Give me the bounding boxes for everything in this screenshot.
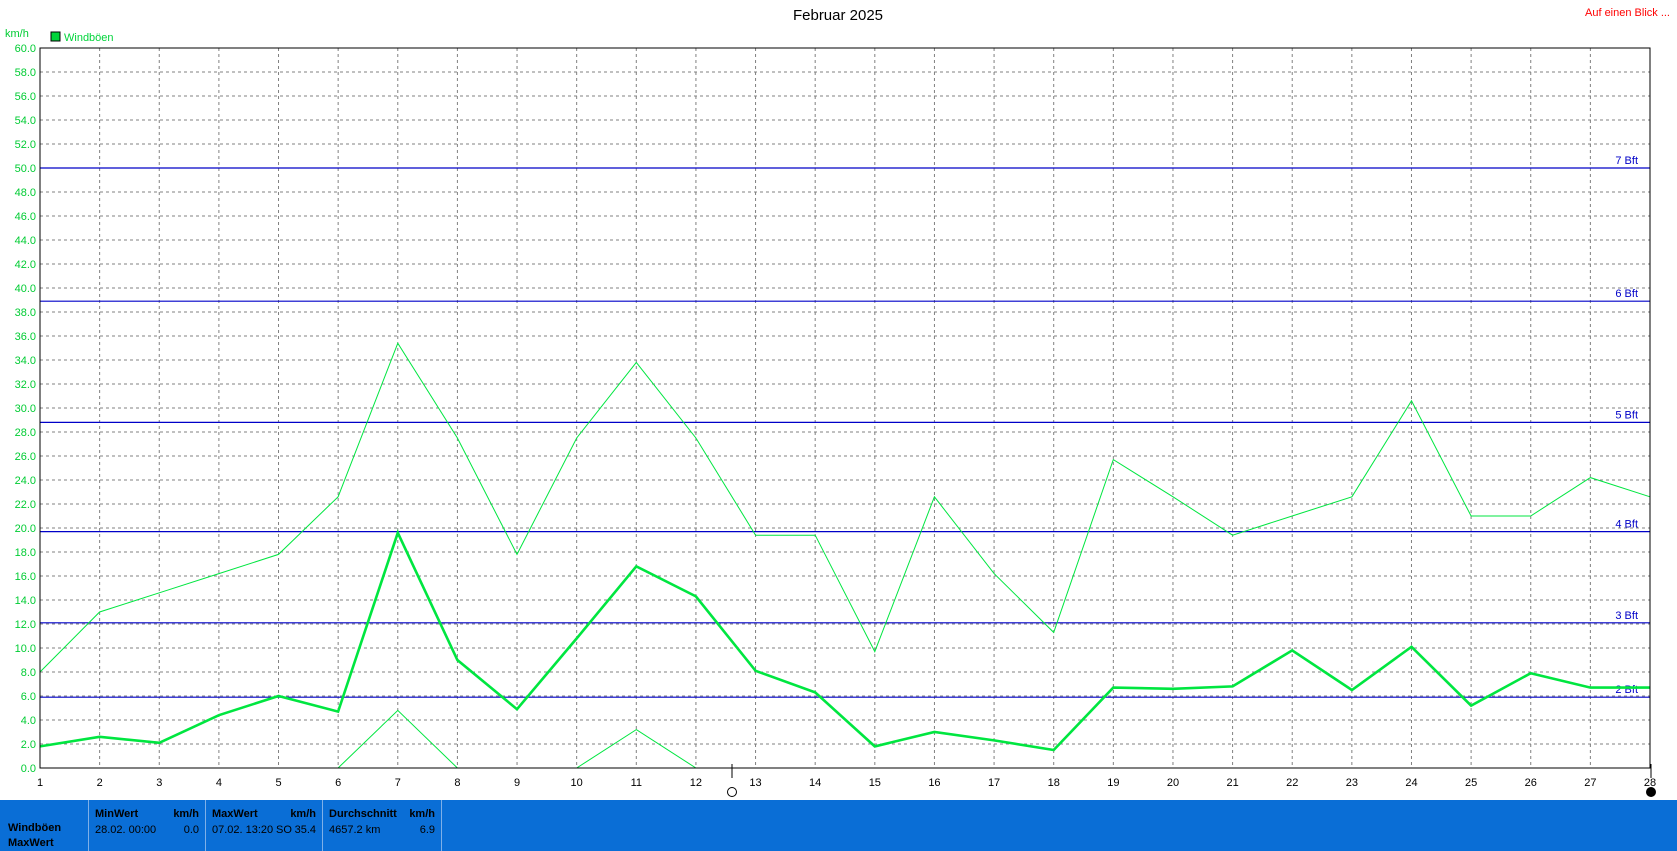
y-tick-label: 36.0 (15, 331, 36, 343)
stats-footer: Windböen MaxWert MinWert km/h 28.02. 00:… (0, 800, 1677, 851)
beaufort-label: 5 Bft (1615, 409, 1638, 421)
scroll-markers (727, 764, 1656, 797)
x-tick-label: 5 (275, 777, 281, 789)
average-value: 6.9 (419, 824, 435, 836)
y-tick-label: 38.0 (15, 307, 36, 319)
x-tick-label: 7 (395, 777, 401, 789)
x-tick-label: 14 (809, 777, 821, 789)
x-tick-label: 4 (216, 777, 222, 789)
legend-swatch (50, 31, 61, 42)
max-date: 07.02. 13:20 (212, 824, 274, 836)
y-tick-label: 60.0 (15, 43, 36, 55)
y-tick-label: 10.0 (15, 643, 36, 655)
x-tick-label: 10 (571, 777, 583, 789)
legend-label: Windböen (64, 32, 114, 44)
y-axis-ticks: 0.0 2.0 4.0 6.0 8.0 10.0 12.0 14.0 16.0 18.0 20.0 2… (15, 43, 36, 775)
x-tick-label: 27 (1584, 777, 1596, 789)
y-tick-label: 8.0 (21, 667, 36, 679)
min-value: 0.0 (183, 824, 199, 836)
y-tick-label: 42.0 (15, 259, 36, 271)
min-header: MinWert (95, 808, 139, 820)
y-tick-label: 6.0 (21, 691, 36, 703)
chart-title: Februar 2025 (793, 7, 883, 24)
beaufort-lines: 2 Bft 3 Bft 4 Bft 5 Bft 6 Bft 7 Bft (40, 155, 1650, 698)
max-header: MaxWert (212, 808, 258, 820)
average-panel: Durchschnitt km/h 4657.2 km 6.9 (322, 800, 442, 851)
x-tick-label: 13 (749, 777, 761, 789)
y-tick-label: 50.0 (15, 163, 36, 175)
y-unit-label: km/h (5, 28, 29, 40)
average-distance: 4657.2 km (329, 824, 381, 836)
beaufort-label: 7 Bft (1615, 155, 1638, 167)
y-tick-label: 46.0 (15, 211, 36, 223)
y-tick-label: 28.0 (15, 427, 36, 439)
x-tick-label: 9 (514, 777, 520, 789)
beaufort-label: 4 Bft (1615, 519, 1638, 531)
y-tick-label: 52.0 (15, 139, 36, 151)
y-tick-label: 22.0 (15, 499, 36, 511)
max-panel: MaxWert km/h 07.02. 13:20 SO 35.4 (205, 800, 322, 851)
beaufort-label: 3 Bft (1615, 610, 1638, 622)
series-mean-line (39, 529, 1650, 752)
y-tick-label: 54.0 (15, 115, 36, 127)
x-tick-label: 24 (1405, 777, 1417, 789)
y-tick-label: 40.0 (15, 283, 36, 295)
beaufort-label: 2 Bft (1615, 684, 1638, 696)
period-marker-icon[interactable] (727, 787, 737, 797)
x-tick-label: 11 (631, 777, 642, 789)
x-tick-label: 2 (97, 777, 103, 789)
y-tick-label: 20.0 (15, 523, 36, 535)
y-tick-label: 14.0 (15, 595, 36, 607)
y-tick-label: 48.0 (15, 187, 36, 199)
y-tick-label: 30.0 (15, 403, 36, 415)
min-unit: km/h (173, 808, 199, 820)
y-tick-label: 18.0 (15, 547, 36, 559)
x-tick-label: 20 (1167, 777, 1179, 789)
x-tick-label: 15 (869, 777, 881, 789)
y-tick-label: 12.0 (15, 619, 36, 631)
x-tick-label: 21 (1226, 777, 1238, 789)
x-tick-label: 1 (37, 777, 43, 789)
y-tick-label: 2.0 (21, 739, 36, 751)
x-tick-label: 18 (1048, 777, 1060, 789)
y-tick-label: 44.0 (15, 235, 36, 247)
x-tick-label: 12 (690, 777, 702, 789)
x-axis-ticks: 1 2 3 4 5 6 7 8 9 10 11 12 13 14 15 16 17 18 19 20 21 22 23 24 2… (37, 777, 1656, 789)
x-tick-label: 3 (156, 777, 162, 789)
beaufort-label: 6 Bft (1615, 288, 1638, 300)
max-value: 35.4 (294, 824, 316, 836)
x-tick-label: 16 (928, 777, 940, 789)
x-tick-label: 17 (988, 777, 1000, 789)
x-tick-label: 22 (1286, 777, 1298, 789)
y-tick-label: 16.0 (15, 571, 36, 583)
x-tick-label: 8 (454, 777, 460, 789)
y-tick-label: 26.0 (15, 451, 36, 463)
y-tick-label: 32.0 (15, 379, 36, 391)
average-header: Durchschnitt (329, 808, 397, 820)
average-unit: km/h (409, 808, 435, 820)
y-tick-label: 24.0 (15, 475, 36, 487)
x-tick-label: 19 (1107, 777, 1119, 789)
y-tick-label: 34.0 (15, 355, 36, 367)
y-tick-label: 58.0 (15, 67, 36, 79)
y-tick-label: 4.0 (21, 715, 36, 727)
x-tick-label: 23 (1346, 777, 1358, 789)
y-tick-label: 0.0 (21, 763, 36, 775)
x-tick-label: 6 (335, 777, 341, 789)
min-panel: MinWert km/h 28.02. 00:00 0.0 (88, 800, 205, 851)
stats-row-label: MaxWert (8, 837, 54, 849)
x-tick-label: 25 (1465, 777, 1477, 789)
series-lines (39, 342, 1651, 769)
min-date: 28.02. 00:00 (95, 824, 157, 836)
x-tick-label: 26 (1525, 777, 1537, 789)
stats-row-label: Windböen (8, 822, 62, 834)
wind-gust-chart: Februar 2025 Auf einen Blick ... km/h Wi… (5, 7, 1670, 797)
grid (39, 47, 1651, 769)
end-marker-icon[interactable] (1646, 787, 1656, 797)
max-unit: km/h (290, 808, 316, 820)
max-direction: SO (276, 824, 292, 836)
overview-link[interactable]: Auf einen Blick ... (1585, 7, 1670, 19)
y-tick-label: 56.0 (15, 91, 36, 103)
